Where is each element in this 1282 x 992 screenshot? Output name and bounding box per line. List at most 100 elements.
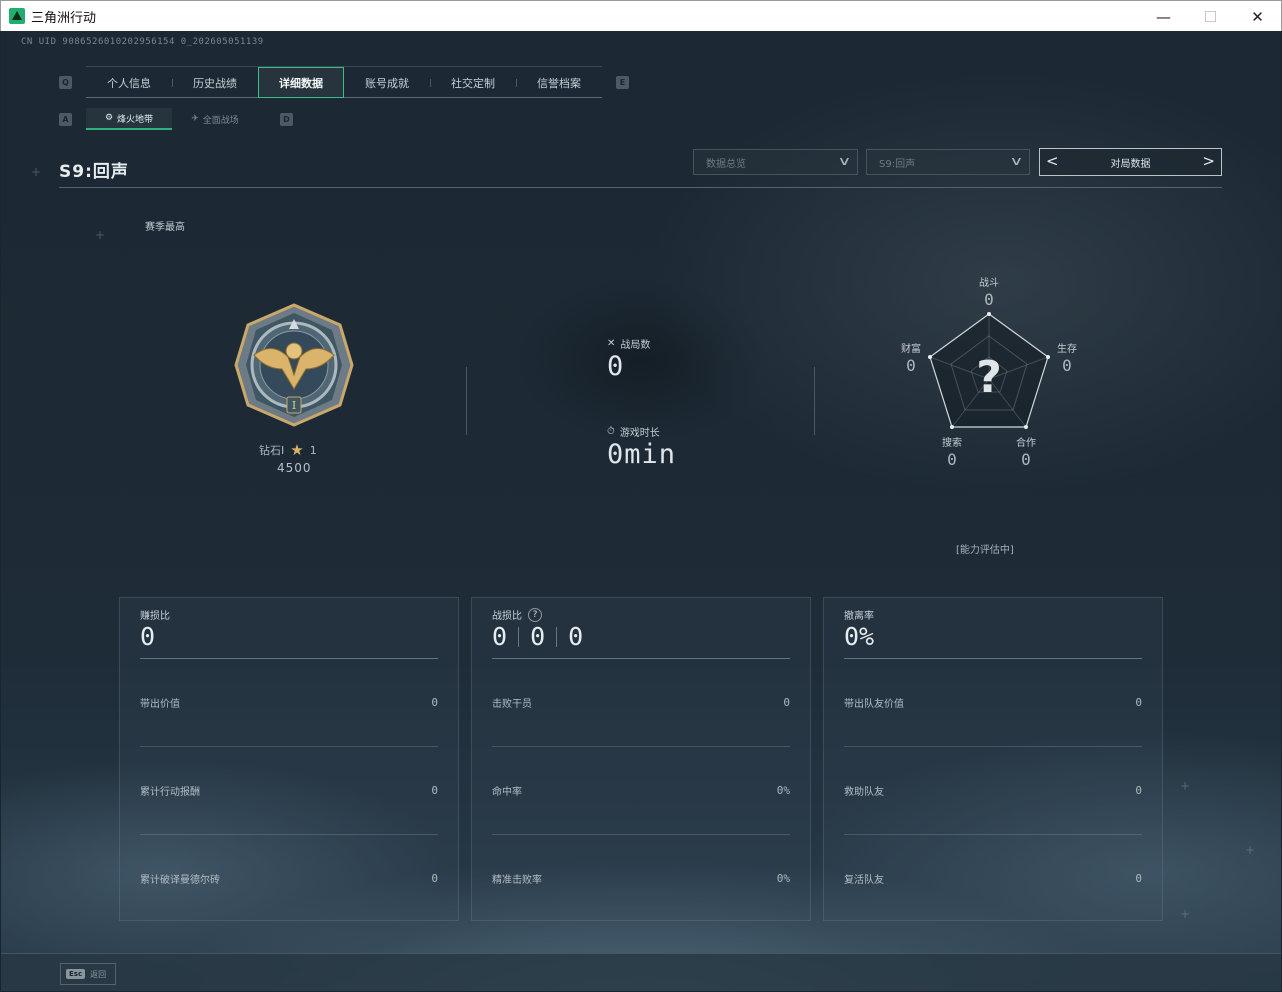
prev-tab-key-hint[interactable]: Q	[59, 75, 72, 89]
mode-switcher-label: 对局数据	[1110, 158, 1151, 170]
maximize-button[interactable]: ☐	[1187, 1, 1234, 32]
playtime-label-text: 游戏时长	[619, 428, 660, 439]
matches-label-text: 战局数	[620, 340, 651, 351]
playtime-label: ⏱ 游戏时长	[607, 424, 660, 439]
profit-loss-panel: 赚损比 0 带出价值 0 累计行动报酬 0 累计破译曼德尔砖 0	[119, 597, 459, 921]
tab-match-history[interactable]: 历史战绩	[172, 67, 258, 98]
panel-title: 赚损比	[140, 607, 170, 622]
window-titlebar: 三角洲行动 — ☐ ✕	[0, 0, 1282, 31]
panel-title-text: 战损比	[492, 611, 522, 622]
radar-value-cooperation: 0	[1021, 450, 1031, 469]
row-divider	[844, 746, 1142, 747]
row-divider	[492, 834, 790, 835]
stopwatch-icon: ⏱	[607, 426, 615, 437]
radar-label-survival: 生存	[1057, 344, 1077, 355]
stat-row-value: 0	[431, 871, 438, 885]
stat-row: 带出价值 0	[140, 692, 438, 712]
tab-detailed-data[interactable]: 详细数据	[258, 67, 344, 98]
mode-switcher: < 对局数据 >	[1039, 148, 1222, 176]
radar-value-combat: 0	[984, 290, 994, 309]
tab-flame-zone-label: 烽火地带	[117, 114, 154, 125]
radar-value-wealth: 0	[906, 356, 916, 375]
chevron-left-icon[interactable]: <	[1046, 152, 1059, 170]
window-title: 三角洲行动	[31, 10, 97, 26]
app-logo-icon	[9, 8, 25, 24]
stat-row-value: 0	[1135, 871, 1142, 885]
matches-label: ✕ 战局数	[607, 336, 650, 351]
stat-row-value: 0	[783, 695, 790, 709]
stat-row: 带出队友价值 0	[844, 692, 1142, 712]
rank-stars: 1	[309, 443, 317, 457]
stat-row-label: 精准击败率	[492, 874, 542, 886]
chevron-down-icon: ∨	[1009, 154, 1024, 168]
window-controls: — ☐ ✕	[1140, 1, 1281, 32]
chevron-right-icon[interactable]: >	[1202, 152, 1215, 170]
row-divider	[140, 746, 438, 747]
stat-row-value: 0%	[776, 871, 790, 885]
season-dropdown[interactable]: S9:回声 ∨	[866, 149, 1030, 175]
stat-row-label: 击败干员	[492, 698, 532, 710]
stat-row-value: 0	[1135, 783, 1142, 797]
tab-flame-zone[interactable]: ⚙ 烽火地带	[86, 108, 172, 130]
row-divider	[492, 746, 790, 747]
radar-label-combat: 战斗	[979, 278, 999, 289]
radar-label-cooperation: 合作	[1016, 438, 1036, 449]
season-title: S9:回声	[59, 162, 129, 182]
playtime-value: 0min	[607, 439, 677, 470]
extraction-rate-panel: 撤离率 0% 带出队友价值 0 救助队友 0 复活队友 0	[823, 597, 1163, 921]
warfare-icon: ✈	[191, 114, 199, 124]
prev-mode-key-hint[interactable]: A	[59, 112, 72, 126]
stat-row: 击败干员 0	[492, 692, 790, 712]
season-dropdown-value: S9:回声	[879, 158, 916, 170]
tab-full-warfare-label: 全面战场	[202, 115, 239, 126]
stat-row-label: 带出价值	[140, 698, 180, 710]
flame-zone-icon: ⚙	[104, 113, 114, 123]
row-divider	[844, 834, 1142, 835]
back-button[interactable]: Esc 返回	[60, 963, 116, 985]
tab-full-warfare[interactable]: ✈ 全面战场	[172, 108, 258, 130]
stat-row: 精准击败率 0%	[492, 868, 790, 888]
stat-row: 救助队友 0	[844, 780, 1142, 800]
profit-loss-value: 0	[140, 622, 156, 651]
data-scope-dropdown[interactable]: 数据总览 ∨	[693, 149, 858, 175]
stat-row-label: 带出队友价值	[844, 698, 904, 710]
rank-medal-icon[interactable]: I	[232, 303, 356, 427]
panel-title-text: 赚损比	[140, 611, 170, 622]
close-button[interactable]: ✕	[1234, 1, 1281, 32]
data-scope-value: 数据总览	[706, 158, 746, 170]
panel-main-value: 0%	[844, 622, 874, 651]
tab-credit-record[interactable]: 信誉档案	[516, 67, 602, 98]
rank-tier: 钻石I	[259, 444, 285, 457]
panel-divider	[140, 658, 438, 659]
kill-death-panel: 战损比 ? 0 0 0 击败干员 0 命中率 0% 精准击败率 0%	[471, 597, 811, 921]
panel-main-value: 0 0 0	[492, 622, 583, 651]
stat-row-value: 0%	[776, 783, 790, 797]
rank-tier-row: 钻石I ★ 1	[259, 441, 317, 459]
back-label: 返回	[90, 969, 107, 979]
rank-score: 4500	[277, 461, 312, 475]
stat-row-label: 累计破译曼德尔砖	[140, 874, 220, 886]
next-tab-key-hint[interactable]: E	[616, 75, 629, 89]
esc-key-icon: Esc	[66, 969, 86, 979]
tab-social-custom[interactable]: 社交定制	[430, 67, 516, 98]
panel-title-text: 撤离率	[844, 611, 874, 622]
panel-title: 战损比 ?	[492, 607, 542, 622]
panel-title: 撤离率	[844, 607, 874, 622]
next-mode-key-hint[interactable]: D	[280, 112, 293, 126]
minimize-button[interactable]: —	[1140, 1, 1187, 32]
player-uid: CN UID 9086526010202956154 0_20260505113…	[21, 37, 264, 47]
help-icon[interactable]: ?	[528, 607, 542, 622]
stat-row-label: 复活队友	[844, 874, 884, 886]
svg-text:I: I	[292, 399, 296, 412]
tab-personal-info[interactable]: 个人信息	[86, 67, 172, 98]
kills-value: 0	[492, 622, 508, 651]
season-best-label: 赛季最高	[145, 222, 185, 233]
stat-row-label: 救助队友	[844, 786, 884, 798]
crosshair-icon: +	[1180, 779, 1191, 793]
crosshair-icon: +	[95, 228, 106, 242]
stat-row: 累计破译曼德尔砖 0	[140, 868, 438, 888]
crosshair-icon: +	[1245, 843, 1256, 857]
tab-achievements[interactable]: 账号成就	[344, 67, 430, 98]
extraction-rate-value: 0%	[844, 622, 875, 651]
crosshair-icon: +	[31, 165, 42, 179]
